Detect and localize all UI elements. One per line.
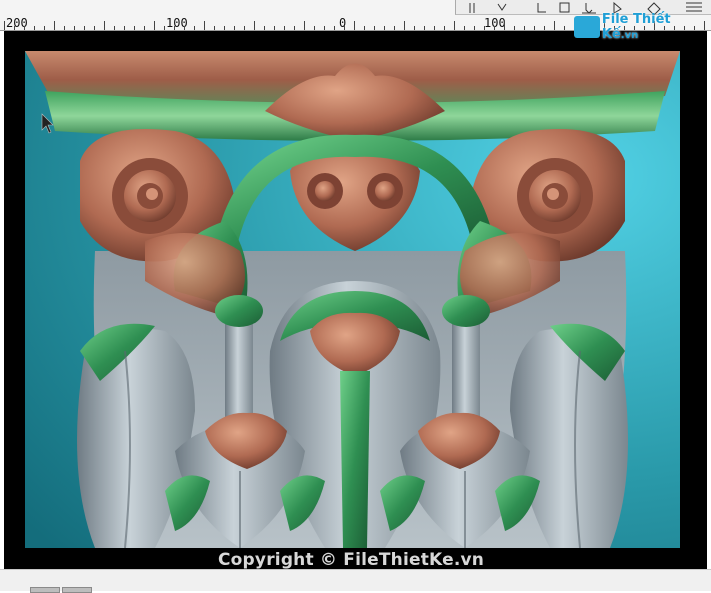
ruler-tick (454, 21, 455, 30)
ruler-tick (514, 26, 515, 30)
ruler-tick (4, 21, 5, 30)
logo-suffix: .vn (620, 30, 639, 41)
ruler-tick (474, 26, 475, 30)
ruler-tick (184, 26, 185, 30)
ruler-tick (294, 26, 295, 30)
ruler-tick (234, 26, 235, 30)
ruler-tick (84, 26, 85, 30)
ruler-tick (384, 26, 385, 30)
model-viewport[interactable] (4, 31, 707, 569)
ruler-tick (264, 26, 265, 30)
ruler-tick (134, 26, 135, 30)
scroll-segment[interactable] (62, 587, 92, 593)
ruler-tick (124, 26, 125, 30)
ruler-tick (44, 26, 45, 30)
ruler-tick (174, 26, 175, 30)
ruler-tick (524, 26, 525, 30)
ruler-tick (484, 26, 485, 30)
ruler-tick (364, 26, 365, 30)
site-logo: File Thiết Kế.vn (574, 12, 711, 42)
ruler-tick (314, 26, 315, 30)
scroll-segment[interactable] (30, 587, 60, 593)
ruler-tick (414, 26, 415, 30)
ruler-tick (224, 26, 225, 30)
ruler-tick (14, 26, 15, 30)
ruler-tick (244, 26, 245, 30)
ruler-tick (204, 21, 205, 30)
ruler-tick (304, 21, 305, 30)
ruler-tick (94, 26, 95, 30)
copyright-watermark: Copyright © FileThietKe.vn (218, 550, 485, 570)
ruler-tick (564, 26, 565, 30)
ruler-tick (394, 26, 395, 30)
ruler-tick (504, 21, 505, 30)
ruler-tick (114, 26, 115, 30)
ruler-tick (544, 26, 545, 30)
ruler-tick (434, 26, 435, 30)
ruler-tick (344, 26, 345, 30)
ruler-tick (284, 26, 285, 30)
corinthian-capital-relief (25, 51, 680, 548)
ruler-tick (464, 26, 465, 30)
ruler-tick (444, 26, 445, 30)
ruler-label: 0 (339, 16, 347, 30)
ruler-tick (164, 26, 165, 30)
ruler-tick (104, 21, 105, 30)
bottom-status-bar (0, 569, 711, 593)
ruler-tick (254, 21, 255, 30)
ruler-tick (24, 26, 25, 30)
ruler-tick (54, 21, 55, 30)
ruler-tick (534, 26, 535, 30)
logo-text: File Thiết Kế.vn (602, 12, 711, 42)
ruler-tick (214, 26, 215, 30)
ruler-tick (144, 26, 145, 30)
ruler-tick (554, 21, 555, 30)
ruler-tick (34, 26, 35, 30)
ruler-tick (324, 26, 325, 30)
ruler-tick (64, 26, 65, 30)
ruler-tick (404, 21, 405, 30)
ruler-tick (374, 26, 375, 30)
ruler-tick (274, 26, 275, 30)
ruler-tick (74, 26, 75, 30)
logo-main: File (601, 12, 629, 27)
ruler-tick (194, 26, 195, 30)
ruler-tick (334, 26, 335, 30)
ruler-tick (494, 26, 495, 30)
logo-badge-icon (574, 16, 600, 38)
ruler-tick (154, 21, 155, 30)
ruler-tick (354, 21, 355, 30)
relief-render (25, 51, 680, 548)
ruler-tick (424, 26, 425, 30)
